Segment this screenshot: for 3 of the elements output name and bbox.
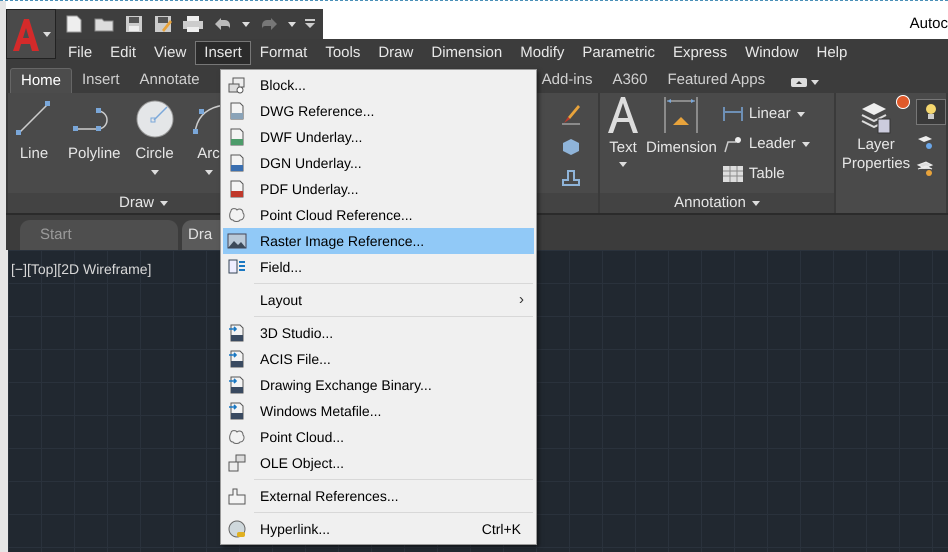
shortcut-text: Ctrl+K (482, 520, 522, 538)
window-title: Autoc (910, 14, 948, 34)
chevron-icon: › (519, 288, 524, 312)
